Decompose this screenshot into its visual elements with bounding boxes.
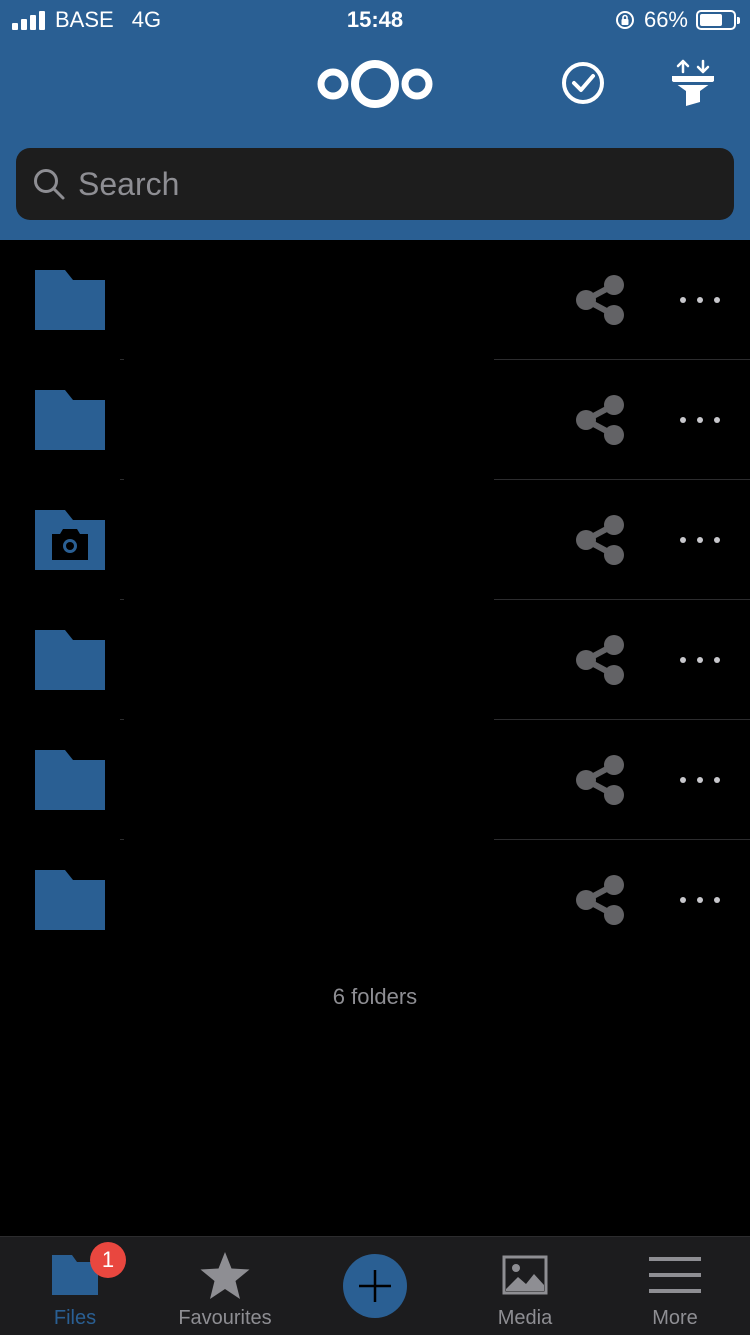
tab-bar: 1 Files Favourites Media More xyxy=(0,1236,750,1335)
more-options-icon[interactable] xyxy=(680,290,720,310)
tab-media-label: Media xyxy=(497,1307,553,1329)
app-header xyxy=(0,40,750,240)
image-icon xyxy=(502,1255,548,1295)
notification-badge: 1 xyxy=(90,1242,126,1278)
tab-favourites[interactable]: Favourites xyxy=(150,1237,300,1335)
folder-icon xyxy=(35,870,105,930)
list-item[interactable] xyxy=(0,480,750,600)
add-button[interactable] xyxy=(343,1254,407,1318)
folder-icon xyxy=(35,390,105,450)
star-icon xyxy=(200,1252,250,1299)
plus-icon xyxy=(359,1270,391,1302)
tab-media[interactable]: Media xyxy=(450,1237,600,1335)
camera-folder-icon xyxy=(35,510,105,570)
folder-icon xyxy=(35,270,105,330)
menu-icon xyxy=(649,1257,701,1293)
share-icon[interactable] xyxy=(572,872,628,928)
tab-files-label: Files xyxy=(53,1307,97,1329)
select-button[interactable] xyxy=(560,60,606,106)
battery-percent: 66% xyxy=(643,7,688,32)
more-options-icon[interactable] xyxy=(680,650,720,670)
search-icon xyxy=(34,169,65,200)
folder-count: 6 folders xyxy=(332,984,418,1009)
share-icon[interactable] xyxy=(572,392,628,448)
list-item[interactable] xyxy=(0,600,750,720)
file-list xyxy=(0,240,750,960)
list-item[interactable] xyxy=(0,840,750,960)
tab-favourites-label: Favourites xyxy=(178,1307,272,1329)
share-icon[interactable] xyxy=(572,272,628,328)
list-item[interactable] xyxy=(0,240,750,360)
more-options-icon[interactable] xyxy=(680,890,720,910)
nextcloud-logo-icon xyxy=(317,60,433,108)
folder-icon xyxy=(35,750,105,810)
search-input[interactable] xyxy=(76,164,720,204)
more-options-icon[interactable] xyxy=(680,530,720,550)
sort-filter-button[interactable] xyxy=(670,58,716,108)
folder-icon xyxy=(35,630,105,690)
share-icon[interactable] xyxy=(572,512,628,568)
share-icon[interactable] xyxy=(572,752,628,808)
tab-more-label: More xyxy=(652,1307,698,1329)
status-bar-right: 66% xyxy=(614,7,740,33)
list-item[interactable] xyxy=(0,720,750,840)
status-bar: BASE 4G 15:48 66% xyxy=(0,0,750,40)
more-options-icon[interactable] xyxy=(680,410,720,430)
sort-filter-icon xyxy=(672,59,714,106)
tab-files[interactable]: 1 Files xyxy=(0,1237,150,1335)
more-options-icon[interactable] xyxy=(680,770,720,790)
tab-more[interactable]: More xyxy=(600,1237,750,1335)
orientation-lock-icon xyxy=(615,11,634,29)
battery-icon xyxy=(696,10,740,30)
share-icon[interactable] xyxy=(572,632,628,688)
search-bar[interactable] xyxy=(16,148,734,220)
check-circle-icon xyxy=(562,62,604,104)
list-item[interactable] xyxy=(0,360,750,480)
